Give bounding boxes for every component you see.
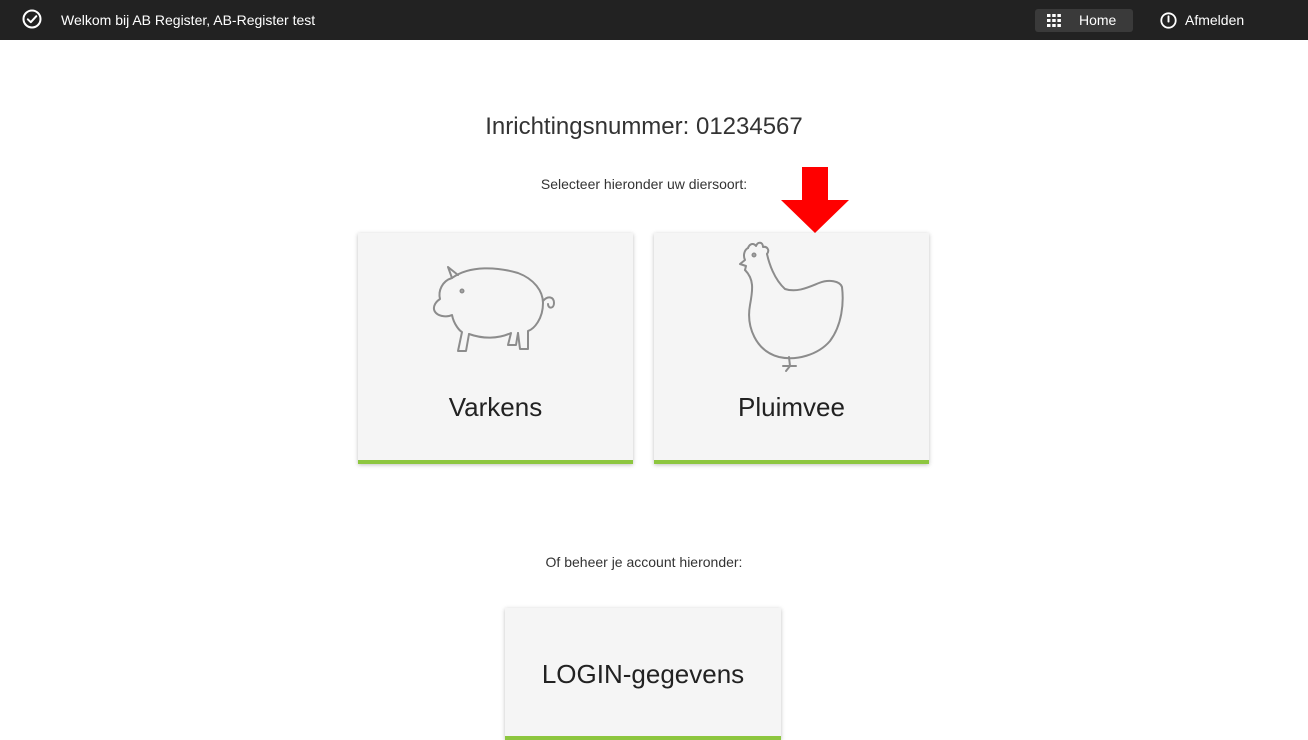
grid-icon: [1047, 14, 1061, 27]
card-varkens-label: Varkens: [448, 392, 543, 422]
arrow-down-icon: [781, 167, 849, 233]
top-bar: Welkom bij AB Register, AB-Register test…: [0, 0, 1308, 40]
home-button-label: Home: [1079, 12, 1117, 28]
select-animal-prompt: Selecteer hieronder uw diersoort:: [540, 176, 748, 192]
account-prompt: Of beheer je account hieronder:: [545, 554, 743, 570]
home-button[interactable]: Home: [1035, 9, 1133, 32]
chicken-icon: [739, 241, 844, 372]
welcome-text: Welkom bij AB Register, AB-Register test: [61, 12, 316, 28]
card-pluimvee[interactable]: Pluimvee: [654, 233, 929, 464]
logout-button-label: Afmelden: [1185, 12, 1245, 28]
page-title: Inrichtingsnummer: 01234567: [485, 113, 803, 140]
card-login-gegevens[interactable]: LOGIN-gegevens: [505, 608, 781, 740]
check-circle-icon: [22, 9, 42, 29]
logout-button[interactable]: Afmelden: [1160, 9, 1280, 32]
card-varkens[interactable]: Varkens: [358, 233, 633, 464]
pig-icon: [432, 266, 555, 352]
card-pluimvee-label: Pluimvee: [738, 392, 845, 422]
power-icon: [1160, 12, 1177, 29]
card-login-gegevens-label: LOGIN-gegevens: [541, 659, 745, 689]
